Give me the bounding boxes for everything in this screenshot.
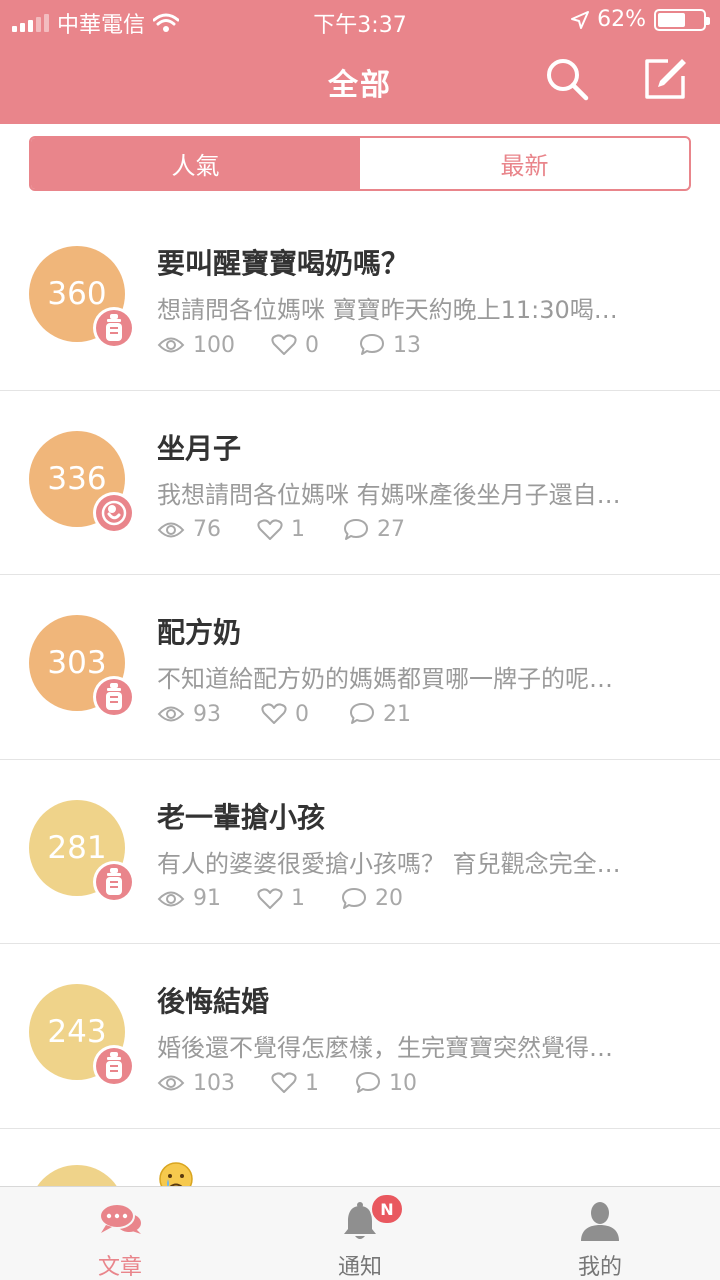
post-item[interactable]: 360 要叫醒寶寶喝奶嗎？ 想請問各位媽咪 寶寶昨天約晚上11:30喝… 100… bbox=[0, 206, 720, 391]
post-list: 360 要叫醒寶寶喝奶嗎？ 想請問各位媽咪 寶寶昨天約晚上11:30喝… 100… bbox=[0, 206, 720, 1261]
compose-icon[interactable] bbox=[642, 56, 688, 102]
comment-icon bbox=[342, 887, 366, 909]
post-title: 坐月子 bbox=[157, 431, 242, 465]
search-icon[interactable] bbox=[544, 56, 590, 102]
comment-icon bbox=[344, 518, 368, 540]
tab-popular[interactable]: 人氣 bbox=[31, 138, 360, 189]
comment-count: 21 bbox=[383, 701, 411, 727]
eye-icon bbox=[157, 337, 185, 353]
like-count: 0 bbox=[305, 332, 319, 358]
battery-icon bbox=[654, 8, 710, 31]
category-badge bbox=[93, 491, 135, 534]
heart-icon[interactable] bbox=[261, 703, 287, 725]
sort-segmented-control: 人氣 最新 bbox=[29, 136, 691, 191]
post-item[interactable]: 303 配方奶 不知道給配方奶的媽媽都買哪一牌子的呢… 93 0 21 bbox=[0, 575, 720, 760]
baby-bottle-icon bbox=[96, 679, 132, 715]
view-count: 100 bbox=[193, 332, 235, 358]
view-count: 76 bbox=[193, 517, 221, 542]
post-excerpt: 婚後還不覺得怎麼樣，生完寶寶突然覺得… bbox=[157, 1034, 613, 1062]
like-count: 1 bbox=[291, 886, 305, 911]
view-count: 93 bbox=[193, 701, 221, 727]
status-bar: 中華電信 下午3:37 62% bbox=[0, 0, 720, 40]
heart-icon[interactable] bbox=[257, 518, 283, 541]
eye-icon bbox=[157, 891, 185, 906]
category-badge bbox=[93, 860, 135, 903]
eye-icon bbox=[157, 1075, 185, 1091]
comment-icon bbox=[356, 1072, 380, 1093]
comment-icon bbox=[350, 703, 374, 724]
tab-label: 通知 bbox=[337, 1255, 382, 1280]
comment-count: 27 bbox=[377, 517, 405, 542]
post-excerpt: 我想請問各位媽咪 有媽咪產後坐月子還自… bbox=[157, 480, 621, 509]
comment-count: 20 bbox=[375, 886, 403, 911]
tab-articles[interactable]: 文章 bbox=[60, 1187, 180, 1280]
heart-icon[interactable] bbox=[257, 887, 283, 910]
post-item[interactable]: 281 老一輩搶小孩 有人的婆婆很愛搶小孩嗎？ 育兒觀念完全… 91 1 20 bbox=[0, 760, 720, 944]
like-count: 1 bbox=[291, 517, 305, 542]
view-count: 103 bbox=[193, 1070, 235, 1096]
post-excerpt: 想請問各位媽咪 寶寶昨天約晚上11:30喝… bbox=[157, 296, 618, 324]
post-title: 要叫醒寶寶喝奶嗎？ bbox=[157, 247, 410, 280]
chat-bubbles-icon bbox=[99, 1203, 141, 1234]
post-title: 配方奶 bbox=[157, 616, 242, 649]
like-count: 1 bbox=[305, 1070, 319, 1096]
comment-count: 13 bbox=[393, 332, 421, 358]
fetus-icon bbox=[96, 494, 132, 531]
baby-bottle-icon bbox=[96, 863, 132, 900]
eye-icon bbox=[157, 522, 185, 537]
app-header: 中華電信 下午3:37 62% 全部 bbox=[0, 0, 720, 124]
post-excerpt: 有人的婆婆很愛搶小孩嗎？ 育兒觀念完全… bbox=[157, 849, 621, 878]
heart-icon[interactable] bbox=[271, 1072, 297, 1094]
eye-icon bbox=[157, 706, 185, 722]
category-badge bbox=[93, 676, 135, 718]
like-count: 0 bbox=[295, 701, 309, 727]
tab-notifications[interactable]: N 通知 bbox=[300, 1187, 420, 1280]
tab-label: 我的 bbox=[577, 1255, 622, 1280]
tab-label: 文章 bbox=[97, 1255, 142, 1280]
location-arrow-icon bbox=[571, 10, 590, 29]
post-item[interactable]: 243 後悔結婚 婚後還不覺得怎麼樣，生完寶寶突然覺得… 103 1 10 bbox=[0, 944, 720, 1129]
tab-profile[interactable]: 我的 bbox=[540, 1187, 660, 1280]
comment-count: 10 bbox=[389, 1070, 417, 1096]
post-item[interactable]: 336 坐月子 我想請問各位媽咪 有媽咪產後坐月子還自… 76 1 27 bbox=[0, 391, 720, 575]
post-item[interactable] bbox=[0, 1129, 720, 1261]
battery-percent: 62% bbox=[597, 7, 646, 32]
tab-latest[interactable]: 最新 bbox=[360, 138, 689, 189]
baby-bottle-icon bbox=[96, 1048, 132, 1084]
comment-icon bbox=[360, 334, 384, 355]
person-icon bbox=[581, 1202, 619, 1241]
notification-badge: N bbox=[370, 1193, 404, 1225]
post-title: 老一輩搶小孩 bbox=[157, 800, 326, 834]
category-badge bbox=[93, 307, 135, 349]
page-title: 全部 bbox=[328, 68, 392, 103]
baby-bottle-icon bbox=[96, 310, 132, 346]
category-badge bbox=[93, 1045, 135, 1087]
post-title: 後悔結婚 bbox=[157, 985, 270, 1018]
post-excerpt: 不知道給配方奶的媽媽都買哪一牌子的呢… bbox=[157, 665, 613, 693]
bottom-tab-bar: 文章 N 通知 我的 bbox=[0, 1186, 720, 1280]
heart-icon[interactable] bbox=[271, 334, 297, 356]
view-count: 91 bbox=[193, 886, 221, 911]
